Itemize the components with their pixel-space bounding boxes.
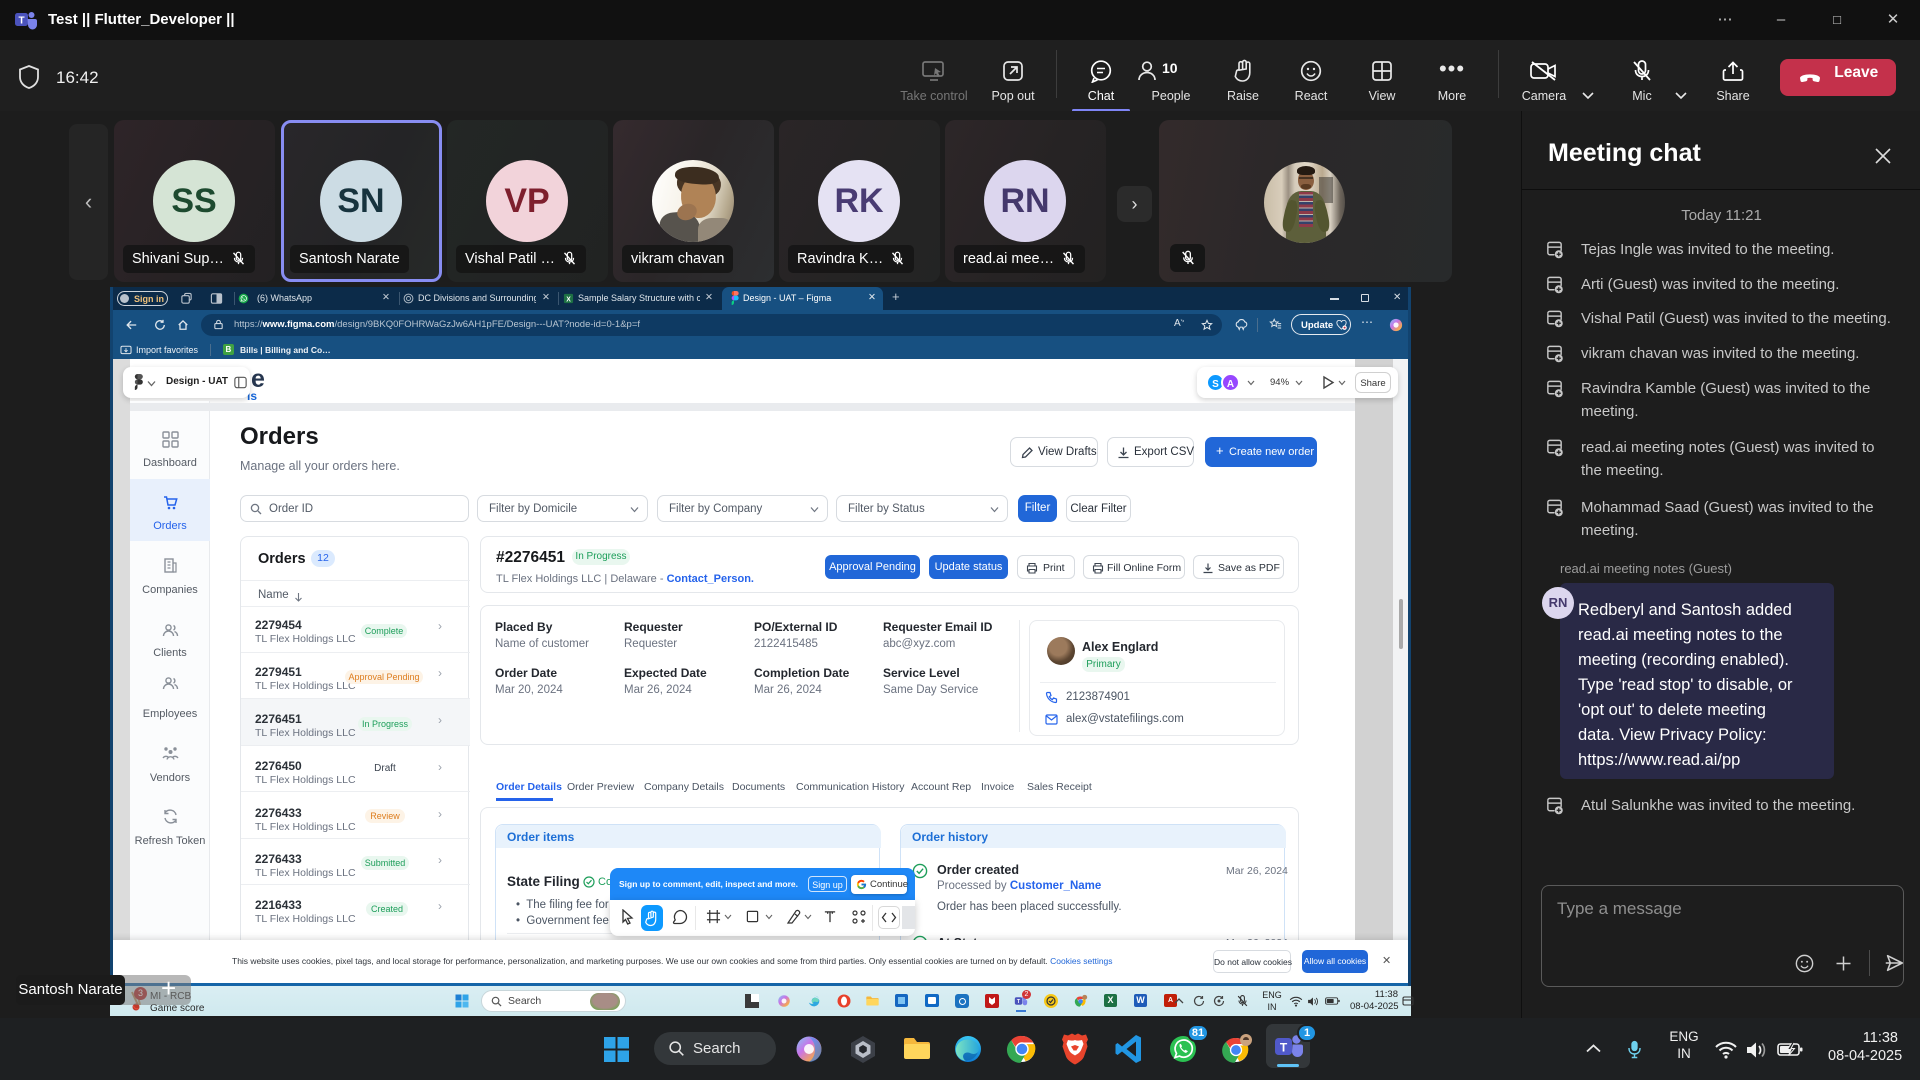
svg-text:T: T — [1280, 1041, 1288, 1055]
svg-text:X: X — [566, 296, 571, 303]
svg-text:T: T — [18, 16, 24, 27]
